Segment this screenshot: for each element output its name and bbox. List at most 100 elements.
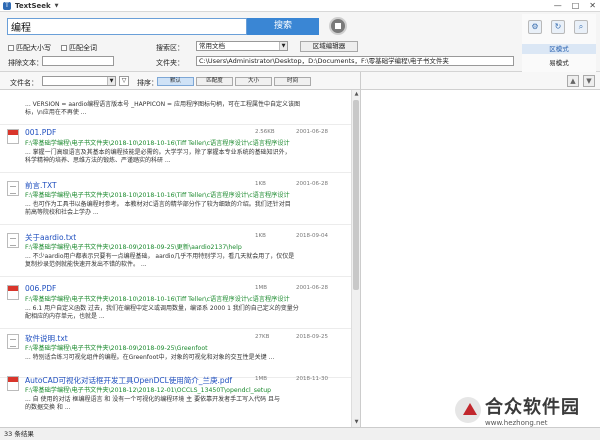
result-item[interactable]: ... VERSION = aardio编程语言版本号 _HAPPICON = …	[0, 90, 351, 125]
sort-bar: 文件名： ▼ ▽ 排序： 默认 匹配度 大小 时间	[0, 72, 360, 90]
filter-funnel-icon[interactable]: ▽	[119, 76, 129, 86]
pdf-file-icon	[7, 376, 19, 391]
title-menu-chevron-down-icon[interactable]: ▼	[55, 3, 59, 9]
watermark-text: 合众软件园 www.hezhong.net	[485, 393, 580, 427]
result-count: 33 条结果	[4, 430, 34, 438]
result-file-size: 27KB	[255, 334, 270, 340]
checkbox-box[interactable]	[8, 45, 14, 51]
result-file-path[interactable]: F:\零基础学编程\电子书文件夹\2018-10\2018-10-16\Tiff…	[25, 294, 347, 303]
search-area-value: 常用文档	[199, 42, 225, 50]
result-divider	[0, 172, 351, 173]
match-whole-word-checkbox[interactable]: 匹配全词	[61, 43, 97, 53]
match-case-checkbox[interactable]: 匹配大小写	[8, 43, 51, 53]
result-file-path[interactable]: F:\零基础学编程\电子书文件夹\2018-10\2018-10-16\Tiff…	[25, 190, 347, 199]
result-file-size: 1KB	[255, 181, 266, 187]
sort-label: 排序：	[137, 79, 158, 87]
sort-time-button[interactable]: 时间	[274, 77, 311, 86]
result-file-name[interactable]: 006.PDF	[25, 284, 56, 293]
result-file-name[interactable]: 001.PDF	[25, 128, 56, 137]
exclude-text-label: 排除文本：	[8, 59, 43, 67]
mode-a-button[interactable]: 区模式	[522, 44, 596, 54]
match-whole-word-label: 匹配全词	[69, 44, 97, 52]
result-snippet-line2: 科学精神的培养、思维方法的锻炼、严谨踏实的科研 ...	[25, 157, 171, 164]
search-button[interactable]: 搜索	[247, 18, 319, 35]
preview-toolbar: ▲ ▼	[360, 72, 600, 90]
sort-size-button[interactable]: 大小	[235, 77, 272, 86]
area-editor-button[interactable]: 区域编辑器	[300, 41, 358, 52]
mode-b-button[interactable]: 易模式	[522, 58, 596, 68]
stop-button[interactable]	[329, 17, 347, 35]
match-case-label: 匹配大小写	[16, 44, 51, 52]
magnifier-icon[interactable]: ⌕	[574, 20, 588, 34]
results-list: ... VERSION = aardio编程语言版本号 _HAPPICON = …	[0, 90, 351, 427]
filename-filter-select[interactable]: ▼	[42, 76, 116, 86]
result-item[interactable]: 关于aardio.txt 1KB 2018-09-04 F:\零基础学编程\电子…	[0, 229, 351, 277]
chevron-down-icon[interactable]: ▼	[107, 77, 115, 85]
result-file-path[interactable]: F:\零基础学编程\电子书文件夹\2018-09\2018-09-25\更新\a…	[25, 242, 347, 251]
results-scrollbar[interactable]: ▲ ▼	[351, 90, 360, 427]
result-file-path[interactable]: F:\零基础学编程\电子书文件夹\2018-10\2018-10-16\Tiff…	[25, 138, 347, 147]
exclude-text-input[interactable]	[42, 56, 114, 66]
app-logo-icon: T	[3, 1, 11, 10]
window-controls: — □ ✕	[554, 1, 596, 10]
result-file-path[interactable]: F:\零基础学编程\电子书文件夹\2018-12\2018-12-01\OCCL…	[25, 385, 347, 394]
text-file-icon	[7, 233, 19, 248]
result-item[interactable]: AutoCAD可视化对话框开发工具OpenDCL使用简介_兰庚.pdf 1MB …	[0, 372, 351, 420]
filename-filter-label: 文件名：	[10, 79, 38, 87]
text-file-icon	[7, 334, 19, 349]
folder-path-field[interactable]: C:\Users\Administrator\Desktop，D:\Docume…	[196, 56, 514, 66]
maximize-button[interactable]: □	[572, 1, 580, 10]
result-file-date: 2001-06-28	[296, 129, 328, 135]
site-watermark: 合众软件园 www.hezhong.net	[455, 392, 598, 427]
sort-relevance-button[interactable]: 匹配度	[196, 77, 233, 86]
scroll-thumb[interactable]	[353, 100, 359, 290]
minimize-button[interactable]: —	[554, 1, 562, 10]
view-tools-panel: ⚙ ↻ ⌕ 区模式 易模式	[522, 14, 596, 72]
search-input[interactable]	[7, 18, 247, 35]
settings-gear-icon[interactable]: ⚙	[528, 20, 542, 34]
chevron-down-icon[interactable]: ▼	[279, 42, 287, 50]
title-bar: T TextSeek ▼ — □ ✕	[0, 0, 600, 12]
search-area-select[interactable]: 常用文档 ▼	[196, 41, 288, 51]
window-title: TextSeek	[15, 1, 51, 10]
result-file-date: 2001-06-28	[296, 181, 328, 187]
watermark-name: 合众软件园	[485, 396, 580, 418]
watermark-logo-icon	[455, 396, 481, 423]
result-file-size: 2.56KB	[255, 129, 275, 135]
pdf-file-icon	[7, 129, 19, 144]
text-file-icon	[7, 181, 19, 196]
close-button[interactable]: ✕	[589, 1, 596, 10]
checkbox-box[interactable]	[61, 45, 67, 51]
status-bar: 33 条结果	[0, 427, 600, 440]
result-file-size: 1MB	[255, 376, 268, 382]
result-item[interactable]: 006.PDF 1MB 2001-06-28 F:\零基础学编程\电子书文件夹\…	[0, 281, 351, 329]
result-file-date: 2018-09-25	[296, 334, 328, 340]
preview-pane	[360, 90, 600, 427]
result-snippet-line2: 标，\n应用在不再使 ...	[25, 109, 87, 116]
result-file-date: 2001-06-28	[296, 285, 328, 291]
result-snippet-line2: 前高等院校和社会上学办 ...	[25, 209, 99, 216]
search-toolbar: 搜索 匹配大小写 匹配全词 排除文本： 搜索区： 常用文档 ▼ 区域编辑器 文件…	[0, 12, 600, 72]
pdf-file-icon	[7, 285, 19, 300]
next-down-arrow-icon[interactable]: ▼	[583, 75, 595, 87]
search-area-label: 搜索区：	[156, 44, 184, 52]
result-file-size: 1KB	[255, 233, 266, 239]
result-file-date: 2018-11-30	[296, 376, 328, 382]
sort-default-button[interactable]: 默认	[157, 77, 194, 86]
watermark-url: www.hezhong.net	[485, 418, 548, 427]
result-file-size: 1MB	[255, 285, 268, 291]
result-snippet-line2: 配相应的内存单元，也就是 ...	[25, 313, 105, 320]
folder-label: 文件夹：	[156, 59, 184, 67]
result-item[interactable]: 001.PDF 2.56KB 2001-06-28 F:\零基础学编程\电子书文…	[0, 125, 351, 173]
result-divider	[0, 276, 351, 277]
previous-up-arrow-icon[interactable]: ▲	[567, 75, 579, 87]
result-divider	[0, 328, 351, 329]
result-divider	[0, 224, 351, 225]
result-file-date: 2018-09-04	[296, 233, 328, 239]
result-item[interactable]: 前言.TXT 1KB 2001-06-28 F:\零基础学编程\电子书文件夹\2…	[0, 177, 351, 225]
result-file-path[interactable]: F:\零基础学编程\电子书文件夹\2018-09\2018-09-25\Gree…	[25, 343, 347, 352]
result-snippet-line2: 复制抄录范例就能快速开发出不错的软件。 ...	[25, 261, 147, 268]
result-snippet-line2: 的数据交换 和 ...	[25, 404, 71, 411]
refresh-icon[interactable]: ↻	[551, 20, 565, 34]
result-item[interactable]: 软件说明.txt 27KB 2018-09-25 F:\零基础学编程\电子书文件…	[0, 330, 351, 378]
